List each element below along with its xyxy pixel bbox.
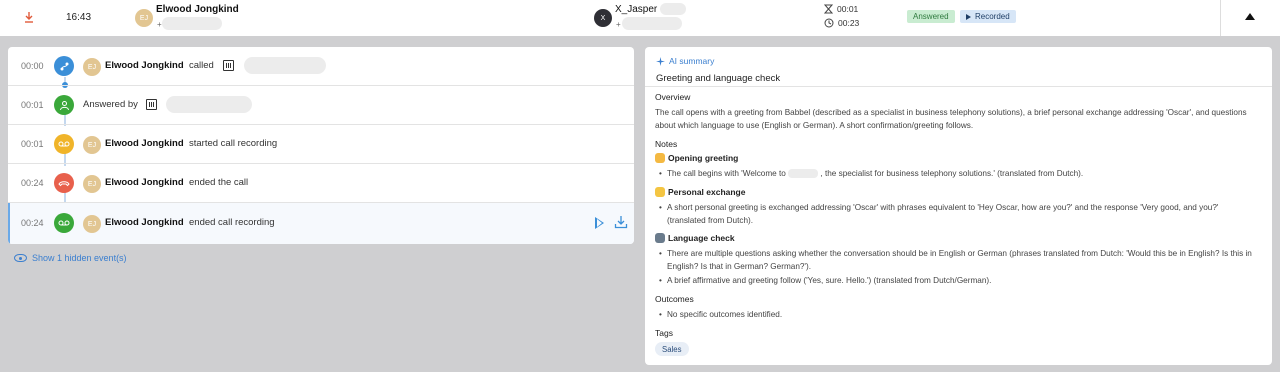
callee-number: + [616, 20, 621, 29]
person-emoji-icon [655, 187, 665, 197]
event-avatar: EJ [83, 136, 101, 154]
call-events-panel: 00:00 EJ Elwood Jongkind called 00:01 An… [8, 47, 634, 244]
event-time: 00:00 [21, 61, 44, 71]
note-section-title: Personal exchange [655, 187, 745, 197]
caller-avatar: EJ [135, 9, 153, 27]
redacted-number [166, 96, 252, 113]
note-section-title: Language check [655, 233, 735, 243]
note-bullet-text: A brief affirmative and greeting follow … [667, 276, 992, 285]
note-bullet: A brief affirmative and greeting follow … [659, 274, 1255, 287]
note-bullet-text: There are multiple questions asking whet… [667, 249, 1252, 271]
show-hidden-events-label: Show 1 hidden event(s) [32, 253, 127, 263]
event-avatar: EJ [83, 175, 101, 193]
event-user-name: Elwood Jongkind [105, 217, 184, 228]
caller-number-redacted [162, 17, 222, 30]
download-icon[interactable] [614, 215, 628, 229]
event-text: ended call recording [189, 217, 275, 228]
outcome-text: No specific outcomes identified. [667, 310, 783, 319]
ai-summary-text: AI summary [669, 56, 715, 66]
clock-icon [824, 18, 834, 28]
event-time: 00:01 [21, 100, 44, 110]
answered-badge: Answered [907, 10, 955, 23]
note-bullet-text: The call begins with 'Welcome to [667, 169, 786, 178]
phone-number-icon [223, 60, 234, 71]
callee-name: X_Jasper [615, 4, 658, 15]
event-time: 00:01 [21, 139, 44, 149]
notes-heading: Notes [655, 139, 678, 149]
summary-title: Greeting and language check [656, 73, 781, 84]
ai-summary-label: AI summary [656, 56, 714, 66]
speaking-head-emoji-icon [655, 233, 665, 243]
play-recording-icon[interactable] [595, 217, 604, 229]
event-text: started call recording [189, 138, 278, 149]
voicemail-icon [54, 213, 74, 233]
collapse-button[interactable] [1220, 0, 1280, 36]
person-icon [54, 95, 74, 115]
event-time: 00:24 [21, 178, 44, 188]
tag-sales[interactable]: Sales [655, 342, 689, 356]
event-row: 00:00 EJ Elwood Jongkind called [8, 47, 634, 86]
event-row: 00:01 EJ Elwood Jongkind started call re… [8, 125, 634, 164]
incoming-call-icon [25, 12, 33, 23]
event-user-name: Elwood Jongkind [105, 177, 184, 188]
tags-heading: Tags [655, 328, 673, 338]
hangup-icon [54, 173, 74, 193]
note-section-label: Personal exchange [668, 187, 746, 197]
divider [645, 86, 1272, 87]
phone-number-icon [146, 99, 157, 110]
show-hidden-events-link[interactable]: Show 1 hidden event(s) [14, 253, 127, 263]
note-bullet: The call begins with 'Welcome to , the s… [659, 167, 1255, 180]
event-text: called [189, 60, 214, 71]
event-avatar: EJ [83, 58, 101, 76]
hourglass-icon [824, 4, 833, 14]
redacted-number [244, 57, 326, 74]
eye-icon [14, 254, 27, 262]
event-row: 00:24 EJ Elwood Jongkind ended the call [8, 164, 634, 203]
overview-heading: Overview [655, 92, 691, 102]
event-avatar: EJ [83, 215, 101, 233]
event-row: 00:24 EJ Elwood Jongkind ended call reco… [8, 203, 634, 244]
sparkle-icon [656, 56, 665, 66]
ring-duration-text: 00:01 [837, 4, 859, 14]
event-time: 00:24 [21, 218, 44, 228]
talk-duration: 00:23 [824, 18, 859, 28]
event-row: 00:01 Answered by [8, 86, 634, 125]
recorded-badge[interactable]: Recorded [960, 10, 1016, 23]
chevron-up-icon [1245, 13, 1255, 20]
call-row[interactable]: 16:43 EJ Elwood Jongkind + X X_Jasper + … [0, 0, 1220, 36]
note-bullet: There are multiple questions asking whet… [659, 247, 1255, 273]
recorded-badge-label: Recorded [975, 12, 1010, 21]
note-section-label: Opening greeting [668, 153, 739, 163]
note-bullet: A short personal greeting is exchanged a… [659, 201, 1255, 227]
route-icon [54, 56, 74, 76]
outcome-bullet: No specific outcomes identified. [659, 308, 1255, 321]
note-bullet-text: A short personal greeting is exchanged a… [667, 203, 1219, 225]
overview-text: The call opens with a greeting from Babb… [655, 108, 1247, 130]
call-time: 16:43 [66, 12, 92, 23]
note-bullet-text: , the specialist for business telephony … [820, 169, 1084, 178]
event-text: Answered by [83, 99, 138, 110]
event-user-name: Elwood Jongkind [105, 138, 184, 149]
callee-avatar: X [594, 9, 612, 27]
ring-duration: 00:01 [824, 4, 858, 14]
note-section-label: Language check [668, 233, 735, 243]
caller-number: + [157, 20, 162, 29]
redacted-company [788, 169, 819, 179]
play-icon [966, 13, 971, 20]
ai-summary-panel: AI summary Greeting and language check O… [645, 47, 1272, 365]
wave-emoji-icon [655, 153, 665, 163]
callee-number-redacted [622, 17, 682, 30]
voicemail-icon [54, 134, 74, 154]
event-text: ended the call [189, 177, 249, 188]
caller-name: Elwood Jongkind [156, 4, 239, 15]
event-user-name: Elwood Jongkind [105, 60, 184, 71]
callee-name-redacted [660, 3, 686, 15]
talk-duration-text: 00:23 [838, 18, 860, 28]
note-section-title: Opening greeting [655, 153, 738, 163]
outcomes-heading: Outcomes [655, 294, 694, 304]
